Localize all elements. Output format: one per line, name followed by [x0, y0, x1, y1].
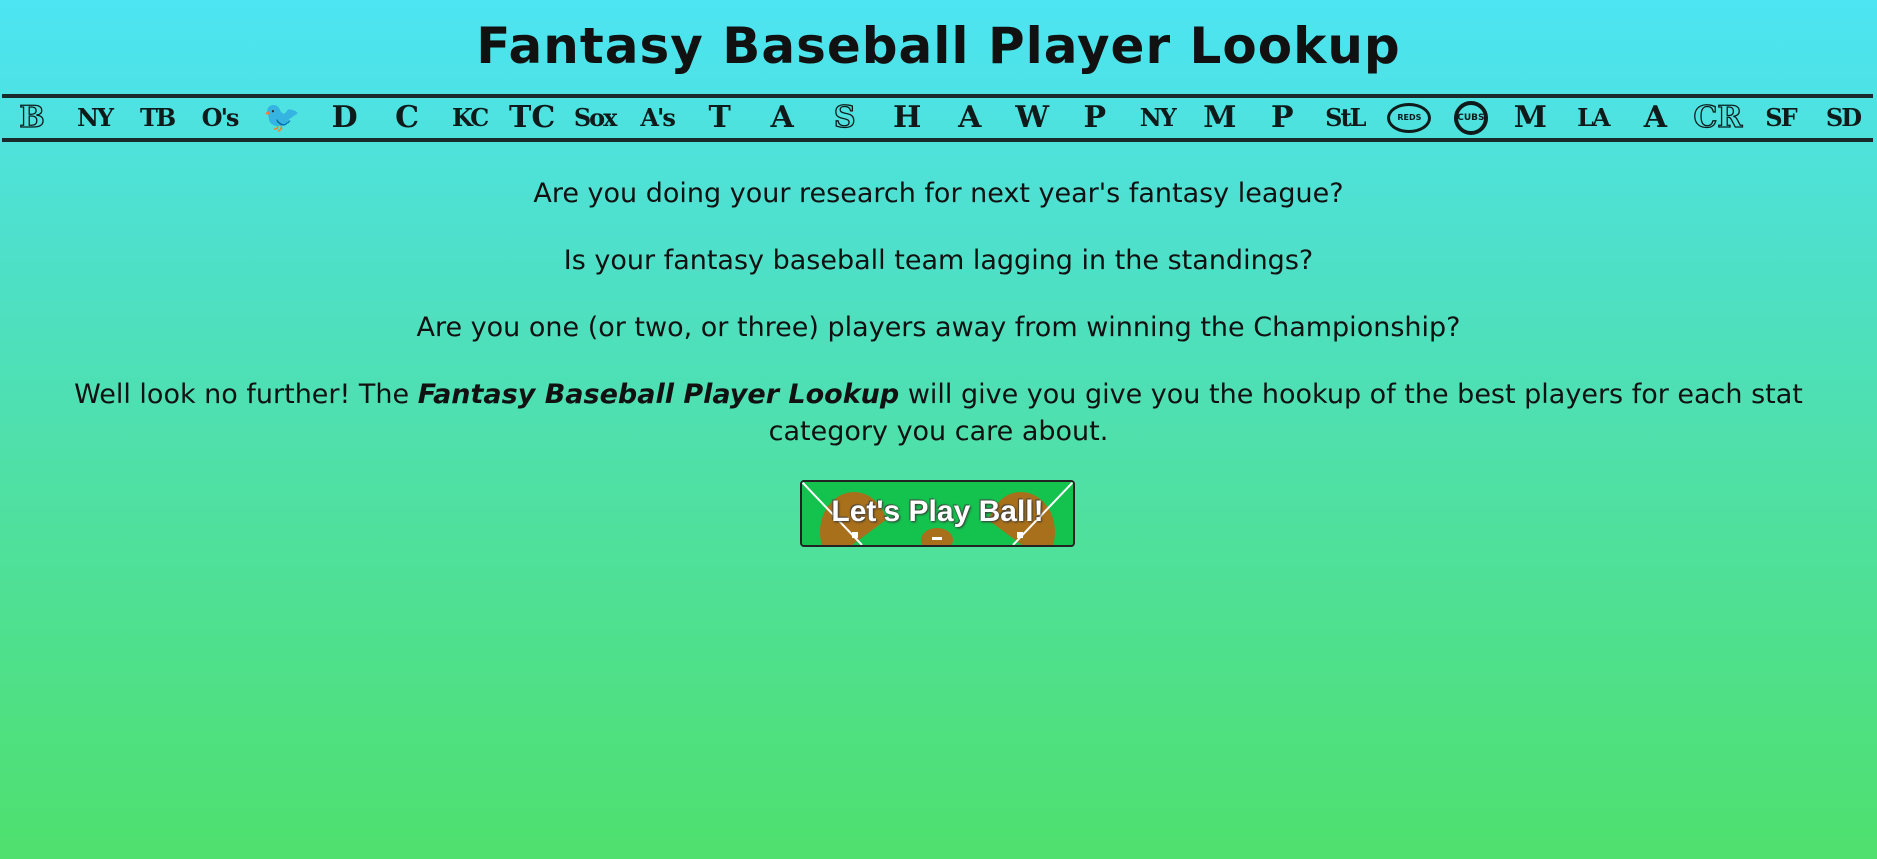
twins-logo-icon[interactable]: TC — [509, 98, 555, 138]
intro-pitch-text-start: Well look no further! The — [74, 379, 418, 410]
rangers-logo-icon[interactable]: T — [700, 98, 740, 138]
intro-research-question: Are you doing your research for next yea… — [533, 178, 1344, 209]
lets-play-ball-button[interactable]: Let's Play Ball! — [800, 480, 1075, 547]
athletics-logo-icon[interactable]: A's — [637, 98, 677, 138]
cubs-logo-icon[interactable]: CUBS — [1453, 101, 1488, 135]
marlins-logo-icon[interactable]: M — [1200, 98, 1240, 138]
dodgers-logo-icon[interactable]: LA — [1573, 98, 1613, 138]
intro-app-name: Fantasy Baseball Player Lookup — [417, 379, 900, 410]
intro-championship-question: Are you one (or two, or three) players a… — [416, 312, 1461, 343]
page-title: Fantasy Baseball Player Lookup — [476, 17, 1401, 75]
intro-pitch-text-end: will give you give you the hookup of the… — [768, 379, 1803, 447]
lets-play-ball-label: Let's Play Ball! — [831, 494, 1044, 528]
white-sox-logo-icon[interactable]: Sox — [574, 98, 618, 138]
angels-logo-icon[interactable]: A — [762, 98, 802, 138]
nationals-logo-icon[interactable]: W — [1012, 98, 1052, 138]
diamondbacks-logo-icon[interactable]: A — [1635, 98, 1675, 138]
team-logo-bar: B NY TB O's 🐦 D C KC TC Sox A's T A S H A W P NY M P StL REDS C… — [2, 94, 1873, 142]
reds-logo-icon[interactable]: REDS — [1387, 103, 1432, 133]
red-sox-logo-icon[interactable]: B — [12, 98, 52, 138]
braves-logo-icon[interactable]: A — [950, 98, 990, 138]
rockies-logo-icon[interactable]: CR — [1693, 98, 1743, 138]
phillies-logo-icon[interactable]: P — [1075, 98, 1115, 138]
pirates-logo-icon[interactable]: P — [1262, 98, 1302, 138]
mets-logo-icon[interactable]: NY — [1137, 98, 1177, 138]
royals-logo-icon[interactable]: KC — [450, 98, 490, 138]
mariners-logo-icon[interactable]: S — [825, 98, 865, 138]
astros-logo-icon[interactable]: H — [887, 98, 927, 138]
tigers-logo-icon[interactable]: D — [325, 98, 365, 138]
cardinals-logo-icon[interactable]: StL — [1325, 98, 1366, 138]
brewers-logo-icon[interactable]: M — [1510, 98, 1550, 138]
rays-logo-icon[interactable]: TB — [137, 98, 177, 138]
yankees-logo-icon[interactable]: NY — [75, 98, 115, 138]
giants-logo-icon[interactable]: SF — [1760, 98, 1800, 138]
orioles-logo-icon[interactable]: O's — [200, 98, 240, 138]
guardians-logo-icon[interactable]: C — [387, 98, 427, 138]
padres-logo-icon[interactable]: SD — [1823, 98, 1863, 138]
intro-standings-question: Is your fantasy baseball team lagging in… — [563, 245, 1314, 276]
intro-pitch-paragraph: Well look no further! The Fantasy Baseba… — [0, 376, 1877, 450]
blue-jays-logo-icon[interactable]: 🐦 — [262, 98, 302, 138]
